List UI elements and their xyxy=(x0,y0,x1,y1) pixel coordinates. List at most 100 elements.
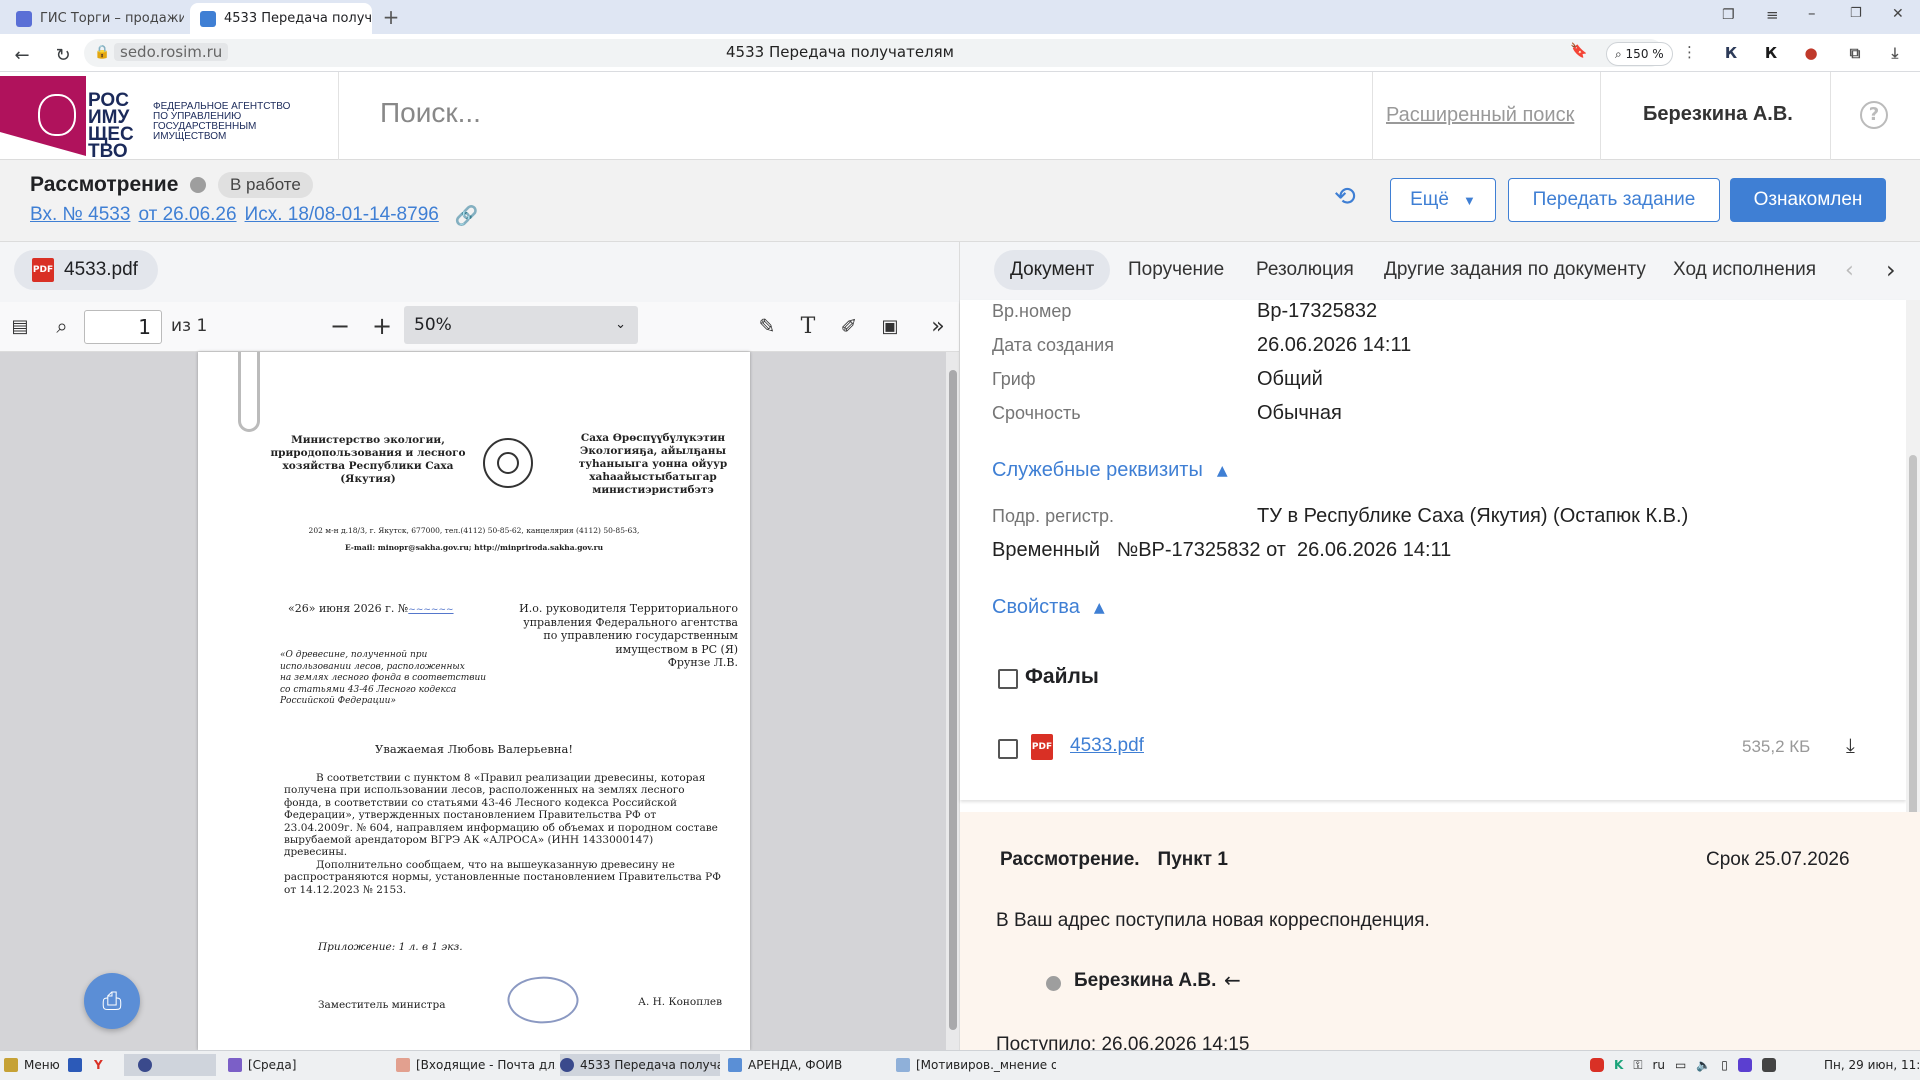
tab-other-tasks[interactable]: Другие задания по документу xyxy=(1368,250,1662,290)
file-checkbox[interactable] xyxy=(998,739,1018,759)
taskbar-item-folder[interactable]: АРЕНДА, ФОИВ xyxy=(728,1054,888,1076)
outgoing-ref-link[interactable]: Исх. 18/08-01-14-8796 xyxy=(245,204,439,228)
taskbar-item-doc[interactable]: [Мотивиров._мнение о... xyxy=(896,1054,1056,1076)
letter-org-ru: Министерство экологии, природопользовани… xyxy=(268,434,468,486)
tray-c-icon[interactable] xyxy=(1737,1058,1752,1072)
tabs-prev-icon[interactable]: ‹ xyxy=(1845,258,1854,283)
more-tools-icon[interactable]: » xyxy=(922,310,954,342)
file-link[interactable]: 4533.pdf xyxy=(1070,735,1144,757)
back-icon[interactable]: ← xyxy=(9,42,35,68)
body-line: от 14.12.2023 № 2153. xyxy=(284,883,407,896)
maximize-icon[interactable]: ❐ xyxy=(1850,6,1862,21)
task-message: В Ваш адрес поступила новая корреспонден… xyxy=(996,910,1430,931)
body-line: распространяются нормы, установленные по… xyxy=(284,871,721,884)
advanced-search-link[interactable]: Расширенный поиск xyxy=(1386,104,1574,127)
volume-icon[interactable]: 🔈 xyxy=(1696,1058,1711,1072)
sidebar-toggle-icon[interactable]: ▤ xyxy=(4,310,36,342)
tray-app-icon[interactable] xyxy=(1590,1058,1604,1072)
files-select-all-checkbox[interactable] xyxy=(998,669,1018,689)
reload-icon[interactable]: ↻ xyxy=(50,42,76,68)
file-chip[interactable]: PDF 4533.pdf xyxy=(14,250,158,290)
taskbar-item-browser[interactable]: 4533 Передача получа... xyxy=(560,1054,720,1076)
zoom-select[interactable]: 50% ⌄ xyxy=(404,306,638,344)
section-title: Служебные реквизиты xyxy=(992,459,1203,481)
divider xyxy=(1830,72,1831,160)
window-tabs-icon[interactable]: ❐ xyxy=(1722,7,1735,23)
desktop-icon[interactable] xyxy=(68,1054,82,1076)
task-point: Пункт 1 xyxy=(1157,849,1228,870)
taskbar-item-sreda[interactable]: [Среда] xyxy=(228,1054,388,1076)
yandex-icon[interactable]: Y xyxy=(94,1054,103,1076)
key-icon[interactable]: ⚿ xyxy=(1633,1058,1642,1073)
letter-recipient: И.о. руководителя Территориального управ… xyxy=(498,602,738,670)
tab-resolution[interactable]: Резолюция xyxy=(1240,250,1370,290)
letter-subject: «О древесине, полученной при использован… xyxy=(280,650,500,708)
zoom-in-icon[interactable]: + xyxy=(366,310,398,342)
service-section-toggle[interactable]: Служебные реквизиты ▲ xyxy=(992,459,1228,482)
url-host[interactable]: sedo.rosim.ru xyxy=(114,43,229,61)
highlight-icon[interactable]: ✎ xyxy=(751,310,783,342)
help-icon[interactable]: ? xyxy=(1860,101,1888,129)
scrollbar-thumb[interactable] xyxy=(949,370,957,1030)
props-section-toggle[interactable]: Свойства ▲ xyxy=(992,596,1105,619)
clock[interactable]: Пн, 29 июн, 11:48 xyxy=(1824,1054,1920,1076)
search-input[interactable]: Поиск... xyxy=(380,97,481,129)
minimize-icon[interactable]: – xyxy=(1808,4,1816,22)
field-value: Вр-17325832 xyxy=(1257,300,1378,322)
browser-tab-gis[interactable]: ГИС Торги – продажи го xyxy=(6,3,184,34)
image-icon[interactable]: ▣ xyxy=(874,310,906,342)
extension-k2-icon[interactable]: К xyxy=(1758,40,1784,66)
download-file-icon[interactable]: ⤓ xyxy=(1846,733,1855,757)
start-menu-button[interactable]: Меню xyxy=(4,1054,60,1076)
menu-icon[interactable]: ≡ xyxy=(1766,6,1779,24)
keyboard-layout[interactable]: ru xyxy=(1652,1058,1665,1072)
org-line: Министерство экологии, xyxy=(291,434,445,446)
text-tool-icon[interactable]: T xyxy=(792,310,824,342)
signer-title: Заместитель министра xyxy=(318,999,446,1011)
extension-k-icon[interactable]: К xyxy=(1718,40,1744,66)
download-icon[interactable]: ⤓ xyxy=(1882,40,1908,66)
tab-order[interactable]: Поручение xyxy=(1112,250,1240,290)
tab-document[interactable]: Документ xyxy=(994,250,1111,290)
extension-puzzle-icon[interactable]: ⧉ xyxy=(1842,40,1868,66)
subject-line: Российской Федерации» xyxy=(280,696,396,706)
paperclip-icon xyxy=(238,352,260,432)
more-vert-icon[interactable]: ⋮ xyxy=(1682,43,1697,61)
menu-label: Меню xyxy=(24,1058,60,1072)
incoming-ref-link[interactable]: Вх. № 4533 xyxy=(30,204,130,228)
reg-label: Подр. регистр. xyxy=(992,506,1114,526)
new-tab-icon[interactable]: + xyxy=(380,6,402,28)
tray-k-icon[interactable]: K xyxy=(1614,1058,1623,1072)
tabs-next-icon[interactable]: › xyxy=(1886,256,1896,284)
page-number-input[interactable]: 1 xyxy=(84,310,162,344)
user-name[interactable]: Березкина А.В. xyxy=(1643,103,1793,126)
display-icon[interactable]: ▭ xyxy=(1675,1058,1686,1072)
yandex-browser-icon[interactable] xyxy=(124,1054,166,1076)
bookmark-icon[interactable]: 🔖 xyxy=(1570,43,1587,59)
logo-wordmark: РОС ИМУ ЩЕС ТВО xyxy=(88,91,134,161)
history-icon[interactable]: ⟲ xyxy=(1334,182,1356,212)
letter-email: E-mail: minopr@sakha.gov.ru; http://minp… xyxy=(344,543,604,552)
zoom-indicator[interactable]: ⌕ 150 % xyxy=(1606,42,1673,66)
draw-icon[interactable]: ✐ xyxy=(833,310,865,342)
forward-task-button[interactable]: Передать задание xyxy=(1508,178,1720,222)
body-line: древесины. xyxy=(284,846,348,859)
browser-tab-active[interactable]: 4533 Передача получа ✕ xyxy=(190,3,372,34)
subject-line: использовании лесов, расположенных xyxy=(280,661,465,672)
letter-attachment: Приложение: 1 л. в 1 экз. xyxy=(318,941,463,953)
zoom-out-icon[interactable]: − xyxy=(324,310,356,342)
print-icon[interactable]: ⎙ xyxy=(84,973,140,1029)
copy-link-icon[interactable]: 🔗 xyxy=(455,204,479,228)
search-icon[interactable]: ⌕ xyxy=(46,310,78,342)
assignee-name: Березкина А.В. xyxy=(1074,970,1217,991)
tray-screen-icon[interactable] xyxy=(1761,1058,1776,1072)
extension-avatar-icon[interactable]: ● xyxy=(1798,40,1824,66)
taskbar-item-mail[interactable]: [Входящие - Почта для... xyxy=(396,1054,556,1076)
ref-date-link[interactable]: от 26.06.26 xyxy=(138,204,236,228)
close-window-icon[interactable]: ✕ xyxy=(1892,6,1904,22)
more-actions-button[interactable]: Ещё ▼ xyxy=(1390,178,1496,222)
viewer-scrollbar[interactable] xyxy=(946,352,960,1050)
acknowledge-button[interactable]: Ознакомлен xyxy=(1730,178,1886,222)
tab-progress[interactable]: Ход исполнения xyxy=(1657,250,1832,290)
battery-icon[interactable]: ▯ xyxy=(1721,1058,1728,1072)
